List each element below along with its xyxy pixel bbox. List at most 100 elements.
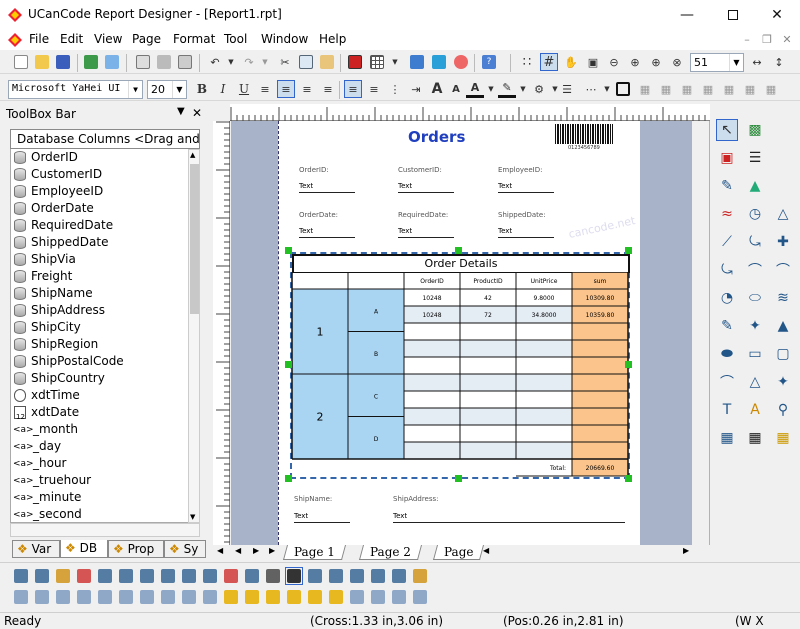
print-preview-icon[interactable] [134,53,152,71]
shrink-icon[interactable] [390,588,408,606]
mdi-close-button[interactable]: ✕ [780,33,794,46]
order-back-icon[interactable] [243,588,261,606]
field-item[interactable]: <a> _month [11,421,188,438]
paste-icon[interactable] [318,53,336,71]
align-left-icon[interactable] [138,567,156,585]
align-center-icon[interactable] [159,567,177,585]
menu-file[interactable]: File [29,32,49,46]
layer-2-icon[interactable] [285,588,303,606]
move-right-icon[interactable] [201,588,219,606]
same-width-icon[interactable] [306,567,324,585]
field-item[interactable]: 12 xdtDate [11,404,188,421]
ellipse-flat-icon[interactable]: ⬭ [744,287,766,309]
first-page-icon[interactable]: ◀ [217,546,223,555]
menu-edit[interactable]: Edit [60,32,83,46]
selection-handle[interactable] [285,361,292,368]
field-item[interactable]: ShipCountry [11,370,188,387]
shipaddress-field[interactable]: Text [393,512,625,523]
minimize-button[interactable]: — [664,0,710,30]
tab-prop[interactable]: ❖ Prop [108,540,164,558]
field-item[interactable]: xdtTime [11,387,188,404]
underline-button[interactable]: U [235,80,253,98]
text-tool-icon[interactable]: T [716,399,738,421]
scroll-up-icon[interactable]: ▲ [190,151,195,159]
border-left-icon[interactable]: ▦ [720,80,738,98]
flip-icon[interactable] [96,567,114,585]
field-list-hscrollbar[interactable] [10,523,200,537]
mdi-restore-button[interactable]: ❐ [760,33,774,46]
border-inner-icon[interactable]: ▦ [657,80,675,98]
align-top-icon[interactable] [201,567,219,585]
align-middle-icon[interactable] [222,567,240,585]
selection-handle[interactable] [285,247,292,254]
border-box-icon[interactable] [614,80,632,98]
line-width-icon[interactable]: ☰ [558,80,576,98]
italic-button[interactable]: I [214,80,232,98]
font-size-combo[interactable]: 20 ▼ [147,80,187,99]
fill-color-icon[interactable] [346,53,364,71]
curve-icon[interactable]: ⌒ [772,259,794,281]
close-button[interactable]: ✕ [754,0,800,30]
image-edit-icon[interactable]: ✎ [716,175,738,197]
same-size-icon[interactable] [348,567,366,585]
selection-handle[interactable] [625,475,632,482]
pen-icon[interactable]: ✎ [716,315,738,337]
text-field-icon[interactable]: ▣ [716,147,738,169]
size-height-icon[interactable] [117,588,135,606]
zoom-dropdown-icon[interactable]: ▼ [729,54,743,71]
orderid-field[interactable]: Text [299,182,355,193]
align-bottom-icon[interactable] [243,567,261,585]
employeeid-field[interactable]: Text [498,182,554,193]
align-right-icon[interactable] [180,567,198,585]
barcode-icon[interactable]: ☰ [744,147,766,169]
barcode[interactable] [555,124,613,144]
menu-format[interactable]: Format [173,32,215,46]
justify-icon[interactable]: ≡ [319,80,337,98]
layer-5-icon[interactable] [348,588,366,606]
requireddate-field[interactable]: Text [398,227,454,238]
pin-icon[interactable]: ▼ [177,106,185,117]
open-folder-icon[interactable] [33,53,51,71]
field-list[interactable]: OrderID CustomerID EmployeeID OrderDate Requ… [10,149,188,523]
tab-page-3[interactable]: Page [432,545,485,560]
connector-icon[interactable]: ⤿ [716,259,738,281]
tab-scroll-left-icon[interactable]: ◀ [483,546,489,555]
bring-front-icon[interactable] [411,567,429,585]
selection-handle[interactable] [625,247,632,254]
menu-help[interactable]: Help [319,32,346,46]
new-file-icon[interactable] [12,53,30,71]
center-h-icon[interactable] [54,588,72,606]
save-icon[interactable] [54,53,72,71]
arc-icon[interactable]: ⌒ [744,259,766,281]
field-item[interactable]: CustomerID [11,166,188,183]
align-right-icon[interactable]: ≡ [298,80,316,98]
tab-page-2[interactable]: Page 2 [358,545,422,560]
field-item[interactable]: OrderDate [11,200,188,217]
fit-height-icon[interactable]: ↕ [770,53,788,71]
field-item[interactable]: ShipCity [11,319,188,336]
order-details-table[interactable]: Order Details OrderID ProductID UnitPrice s… [290,252,630,479]
move-left-icon[interactable] [180,588,198,606]
expand-icon[interactable] [369,588,387,606]
rounded-rect-icon[interactable]: ▢ [772,343,794,365]
selection-handle[interactable] [285,475,292,482]
pointer-icon[interactable]: ↖ [716,119,738,141]
polygon-icon[interactable]: △ [744,371,766,393]
last-page-icon[interactable]: ▶ [269,546,275,555]
field-item[interactable]: ShipVia [11,251,188,268]
mdi-minimize-button[interactable]: – [740,33,754,46]
field-item[interactable]: ShipName [11,285,188,302]
table-icon[interactable] [368,53,386,71]
picture-icon[interactable]: ▲ [744,175,766,197]
zoom-out-icon[interactable]: ⊖ [605,53,623,71]
align-left-icon[interactable]: ≡ [256,80,274,98]
selection-handle[interactable] [455,475,462,482]
field-item[interactable]: <a> _second [11,506,188,522]
wave-line-icon[interactable]: ≈ [716,203,738,225]
font-family-dropdown-icon[interactable]: ▼ [128,81,142,98]
column-table-icon[interactable]: ▦ [772,427,794,449]
distribute-h-icon[interactable] [12,588,30,606]
customerid-field[interactable]: Text [398,182,454,193]
shippeddate-field[interactable]: Text [498,227,554,238]
menu-view[interactable]: View [94,32,122,46]
